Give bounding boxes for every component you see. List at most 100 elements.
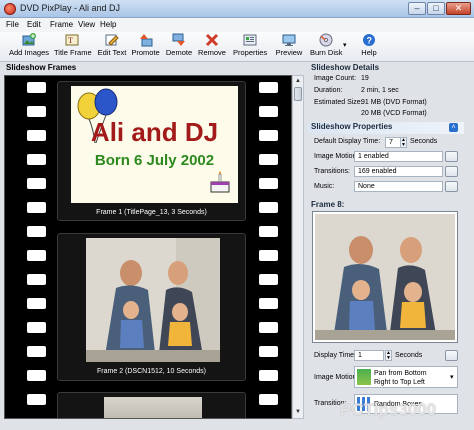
- film-hole: [27, 82, 46, 93]
- film-hole: [27, 346, 46, 357]
- link-icon[interactable]: [445, 350, 458, 361]
- demote-icon: [172, 33, 185, 46]
- estimated-size-label: Estimated Size:: [314, 99, 363, 106]
- filmstrip-scrollbar[interactable]: ▲ ▼: [292, 75, 304, 419]
- menu-frame[interactable]: Frame: [50, 20, 73, 29]
- motion-preview-icon: [357, 369, 371, 385]
- film-hole: [259, 178, 278, 189]
- edit-text-button[interactable]: Edit Text: [97, 33, 127, 61]
- title-slide-thumbnail: Ali and DJ Born 6 July 2002: [71, 86, 238, 203]
- music-note-icon[interactable]: [445, 181, 458, 192]
- film-hole: [27, 250, 46, 261]
- promote-icon: [139, 34, 152, 47]
- slideshow-properties-header: Slideshow Properties: [308, 122, 464, 134]
- cake-icon: [210, 171, 230, 193]
- frame-caption-2: Frame 2 (DSCN1512, 10 Seconds): [97, 368, 206, 375]
- photo-thumbnail-2: [86, 238, 220, 362]
- toolbar: Add Images T Title Frame Edit Text Promo…: [0, 32, 474, 62]
- properties-button[interactable]: Properties: [233, 33, 267, 61]
- title-frame-icon: T: [65, 34, 79, 46]
- slide-subtitle: Born 6 July 2002: [94, 152, 215, 169]
- film-hole: [27, 130, 46, 141]
- menu-edit[interactable]: Edit: [27, 20, 41, 29]
- music-field[interactable]: None: [354, 181, 443, 192]
- preview-icon: [282, 34, 296, 46]
- app-icon: [4, 3, 16, 15]
- film-hole: [27, 106, 46, 117]
- image-count-label: Image Count:: [314, 75, 357, 82]
- film-hole: [27, 274, 46, 285]
- remove-button[interactable]: Remove: [198, 33, 226, 61]
- menu-help[interactable]: Help: [100, 20, 116, 29]
- collapse-chevron-icon[interactable]: ˄: [449, 123, 458, 132]
- film-hole: [259, 322, 278, 333]
- promote-button[interactable]: Promote: [131, 33, 160, 61]
- film-hole: [27, 178, 46, 189]
- maximize-button[interactable]: □: [427, 2, 445, 15]
- film-hole: [259, 298, 278, 309]
- transitions-label: Transitions:: [314, 168, 350, 175]
- add-images-button[interactable]: Add Images: [8, 33, 50, 61]
- film-hole: [27, 202, 46, 213]
- slideshow-details-header: Slideshow Details: [311, 63, 380, 72]
- frame-8-photo: [315, 214, 455, 340]
- frame-motion-value-1: Pan from Bottom: [374, 370, 427, 377]
- image-motion-label: Image Motion:: [314, 153, 359, 160]
- burn-disk-button[interactable]: Burn Disk: [310, 33, 343, 61]
- film-hole: [27, 394, 46, 405]
- image-motion-field[interactable]: 1 enabled: [354, 151, 443, 162]
- svg-text:T: T: [68, 36, 73, 45]
- film-hole: [259, 370, 278, 381]
- minimize-button[interactable]: –: [408, 2, 426, 15]
- right-panel: Slideshow Details Image Count: 19 Durati…: [308, 63, 474, 423]
- display-time-spinner[interactable]: ▲ ▼: [385, 350, 392, 361]
- menu-file[interactable]: File: [6, 20, 19, 29]
- slide-title: Ali and DJ: [90, 117, 219, 147]
- scroll-down-icon[interactable]: ▼: [294, 408, 302, 417]
- properties-icon: [243, 34, 257, 46]
- display-time-field[interactable]: 1: [354, 350, 384, 361]
- frame-motion-dropdown-icon[interactable]: ▾: [450, 373, 454, 382]
- film-hole: [259, 130, 278, 141]
- default-display-time-field[interactable]: 7: [385, 137, 401, 148]
- default-display-spinner[interactable]: ▲ ▼: [400, 137, 407, 148]
- menu-view[interactable]: View: [78, 20, 95, 29]
- film-hole: [259, 106, 278, 117]
- photo-thumbnail-3: [104, 397, 202, 418]
- help-icon: ?: [363, 34, 375, 46]
- demote-button[interactable]: Demote: [165, 33, 193, 61]
- title-bar: DVD PixPlay - Ali and DJ – □ ✕: [0, 0, 474, 18]
- frame-motion-value-2: Right to Top Left: [374, 379, 425, 386]
- frame-motion-label: Image Motion:: [314, 374, 359, 381]
- frame-card-1[interactable]: Ali and DJ Born 6 July 2002 Frame 1 (Tit…: [57, 81, 246, 221]
- film-hole: [27, 298, 46, 309]
- default-display-unit: Seconds: [410, 138, 438, 145]
- burn-disk-dropdown-icon[interactable]: ▾: [343, 41, 347, 49]
- add-images-icon: [22, 33, 36, 46]
- estimated-size-dvd: 91 MB (DVD Format): [361, 99, 427, 106]
- filmstrip-pane[interactable]: Ali and DJ Born 6 July 2002 Frame 1 (Tit…: [4, 75, 292, 419]
- preview-button[interactable]: Preview: [275, 33, 303, 61]
- film-hole: [27, 154, 46, 165]
- frame-card-2[interactable]: Frame 2 (DSCN1512, 10 Seconds): [57, 233, 246, 381]
- burn-disk-icon: [319, 33, 333, 47]
- frame-motion-dropdown[interactable]: Pan from Bottom Right to Top Left ▾: [354, 366, 458, 388]
- title-frame-button[interactable]: T Title Frame: [54, 33, 92, 61]
- film-hole: [259, 274, 278, 285]
- scroll-thumb[interactable]: [294, 87, 302, 101]
- film-hole: [259, 82, 278, 93]
- frame-card-3[interactable]: [57, 392, 246, 418]
- film-hole: [259, 202, 278, 213]
- scroll-up-icon[interactable]: ▲: [294, 77, 302, 86]
- transitions-field[interactable]: 169 enabled: [354, 166, 443, 177]
- duration-value: 2 min, 1 sec: [361, 87, 399, 94]
- image-count-value: 19: [361, 75, 369, 82]
- close-button[interactable]: ✕: [446, 2, 471, 15]
- help-button[interactable]: ? Help: [358, 33, 380, 61]
- remove-icon: [205, 33, 219, 47]
- film-hole: [259, 250, 278, 261]
- menu-bar: File Edit Frame View Help: [0, 18, 474, 32]
- frame-caption-1: Frame 1 (TitlePage_13, 3 Seconds): [96, 209, 207, 216]
- transitions-picker-icon[interactable]: [445, 166, 458, 177]
- image-motion-picker-icon[interactable]: [445, 151, 458, 162]
